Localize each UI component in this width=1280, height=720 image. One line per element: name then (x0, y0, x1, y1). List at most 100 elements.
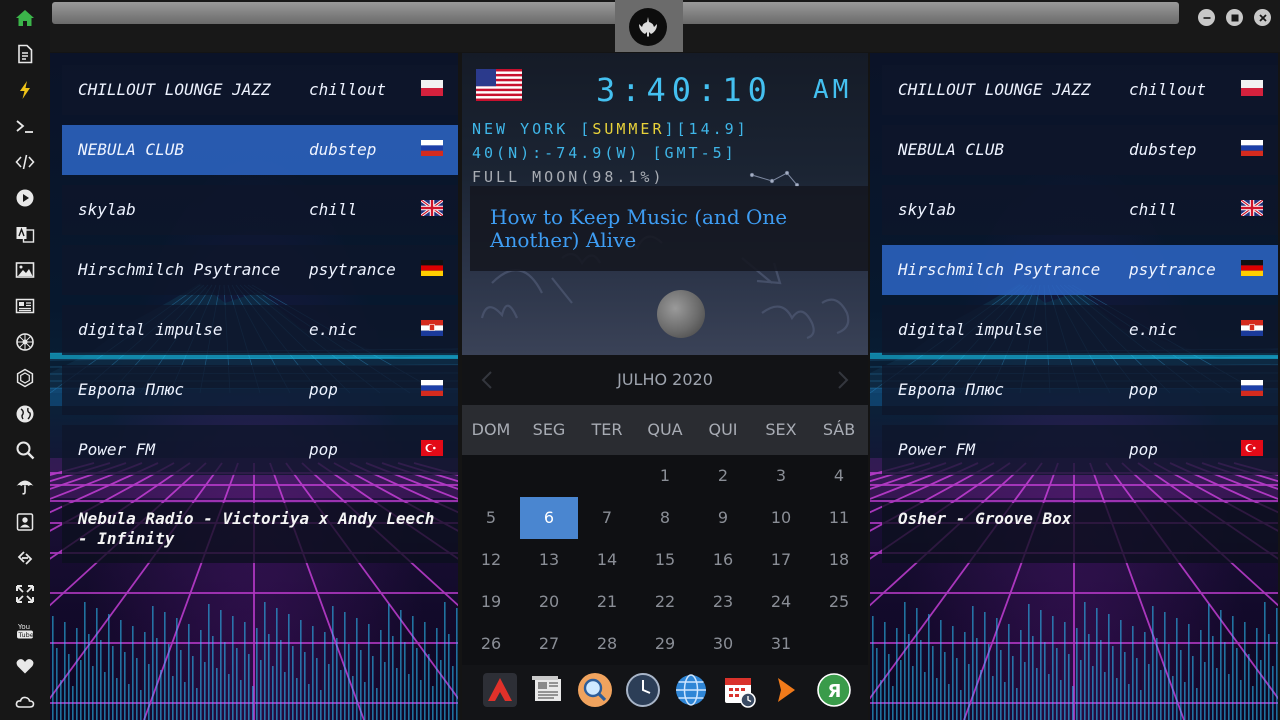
calendar-day[interactable]: 26 (462, 623, 520, 665)
calendar-day[interactable]: 20 (520, 581, 578, 623)
minimize-button[interactable] (1198, 9, 1215, 26)
weekday-label: QUI (708, 420, 738, 439)
station-row[interactable]: Hirschmilch Psytrance psytrance (882, 245, 1278, 295)
chevron-right-icon[interactable] (830, 368, 854, 392)
calendar-day[interactable]: 22 (636, 581, 694, 623)
calendar-day[interactable]: 18 (810, 539, 868, 581)
translate-icon[interactable] (11, 220, 39, 248)
calendar-day[interactable]: 2 (694, 455, 752, 497)
newspaper-icon[interactable] (11, 292, 39, 320)
calendar-day[interactable]: 3 (752, 455, 810, 497)
clock-ampm: AM (813, 75, 853, 105)
station-row[interactable]: NEBULA CLUB dubstep (882, 125, 1278, 175)
calendar-day[interactable]: 17 (752, 539, 810, 581)
russia-flag-icon (1241, 140, 1263, 156)
station-row[interactable]: CHILLOUT LOUNGE JAZZ chillout (882, 65, 1278, 115)
magnifier-app-icon[interactable] (577, 672, 613, 708)
poland-flag-icon (421, 80, 443, 96)
turkey-flag-icon (1241, 440, 1263, 456)
code-icon[interactable] (11, 148, 39, 176)
station-genre: e.nic (309, 320, 358, 339)
united-kingdom-flag-icon (421, 200, 443, 216)
red-triangle-app-icon[interactable] (482, 672, 518, 708)
calendar-day[interactable]: 25 (810, 581, 868, 623)
station-row[interactable]: digital impulse e.nic (882, 305, 1278, 355)
globe-icon[interactable] (11, 400, 39, 428)
calendar-day[interactable]: 30 (694, 623, 752, 665)
station-genre: chill (1129, 200, 1178, 219)
croatia-flag-icon (421, 320, 443, 336)
contacts-icon[interactable] (11, 508, 39, 536)
calendar-day[interactable]: 15 (636, 539, 694, 581)
image-icon[interactable] (11, 256, 39, 284)
calendar-app-icon[interactable] (721, 672, 757, 708)
orange-arrow-icon[interactable] (768, 672, 804, 708)
search-icon[interactable] (11, 436, 39, 464)
cloud-icon[interactable] (11, 688, 39, 716)
calendar-day[interactable]: 21 (578, 581, 636, 623)
calendar-day[interactable]: 28 (578, 623, 636, 665)
calendar-day[interactable]: 19 (462, 581, 520, 623)
maximize-button[interactable] (1226, 9, 1243, 26)
calendar-day[interactable]: 9 (694, 497, 752, 539)
station-row[interactable]: skylab chill (62, 185, 458, 235)
station-genre: dubstep (1129, 140, 1197, 159)
calendar-day[interactable]: 12 (462, 539, 520, 581)
newspaper-app-icon[interactable] (530, 672, 566, 708)
calendar-day[interactable]: 13 (520, 539, 578, 581)
yandex-icon[interactable]: Я (816, 672, 852, 708)
jedi-order-icon[interactable] (11, 328, 39, 356)
station-row[interactable]: Европа Плюс pop (882, 365, 1278, 415)
expand-arrows-icon[interactable] (11, 580, 39, 608)
station-row[interactable]: Hirschmilch Psytrance psytrance (62, 245, 458, 295)
svg-text:You: You (17, 623, 30, 631)
station-row[interactable]: skylab chill (882, 185, 1278, 235)
calendar-day[interactable]: 8 (636, 497, 694, 539)
station-genre: pop (309, 380, 338, 399)
calendar-day[interactable]: 24 (752, 581, 810, 623)
umbrella-icon[interactable] (11, 472, 39, 500)
station-name: skylab (898, 200, 956, 219)
station-name: digital impulse (78, 320, 223, 339)
calendar-day[interactable]: 23 (694, 581, 752, 623)
calendar-day[interactable]: 1 (636, 455, 694, 497)
calendar-day[interactable]: 16 (694, 539, 752, 581)
calendar-day[interactable]: 5 (462, 497, 520, 539)
close-button[interactable] (1254, 9, 1271, 26)
weekday-label: SEX (765, 420, 797, 439)
link-icon[interactable] (11, 544, 39, 572)
calendar-day[interactable]: 4 (810, 455, 868, 497)
terminal-icon[interactable] (11, 112, 39, 140)
calendar-day[interactable]: 14 (578, 539, 636, 581)
document-icon[interactable] (11, 40, 39, 68)
station-row[interactable]: Power FM pop (62, 425, 458, 475)
news-headline-link[interactable]: How to Keep Music (and One Another) Aliv… (490, 206, 862, 252)
station-row[interactable]: NEBULA CLUB dubstep (62, 125, 458, 175)
station-row[interactable]: Европа Плюс pop (62, 365, 458, 415)
season-highlight: SUMMER (592, 120, 665, 138)
title-bar[interactable] (50, 0, 1280, 52)
station-row[interactable]: CHILLOUT LOUNGE JAZZ chillout (62, 65, 458, 115)
calendar-day[interactable]: 27 (520, 623, 578, 665)
home-icon[interactable] (11, 4, 39, 32)
station-row[interactable]: Power FM pop (882, 425, 1278, 475)
station-row[interactable]: digital impulse e.nic (62, 305, 458, 355)
calendar-day[interactable]: 7 (578, 497, 636, 539)
calendar-day[interactable]: 10 (752, 497, 810, 539)
youtube-icon[interactable]: You Tube (11, 616, 39, 644)
logo-tab[interactable] (615, 0, 683, 52)
calendar-day[interactable]: 31 (752, 623, 810, 665)
station-genre: chill (309, 200, 358, 219)
web-browser-icon[interactable] (673, 672, 709, 708)
station-genre: pop (309, 440, 338, 459)
now-playing-box: Nebula Radio - Victoriya x Andy Leech - … (62, 503, 458, 563)
play-icon[interactable] (11, 184, 39, 212)
galactic-empire-icon[interactable] (11, 364, 39, 392)
lightning-icon[interactable] (11, 76, 39, 104)
clock-app-icon[interactable] (625, 672, 661, 708)
calendar-day[interactable]: 11 (810, 497, 868, 539)
heart-icon[interactable] (11, 652, 39, 680)
calendar-day[interactable]: 29 (636, 623, 694, 665)
calendar-day-today[interactable]: 6 (520, 497, 578, 539)
station-genre: psytrance (309, 260, 396, 279)
